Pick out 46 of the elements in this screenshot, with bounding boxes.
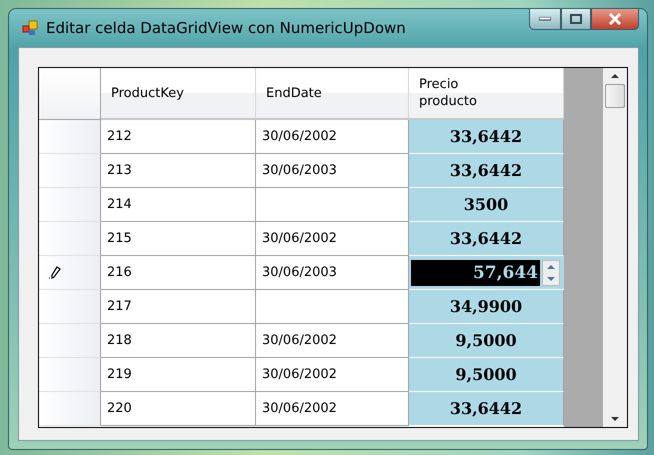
spin-buttons[interactable] [542,260,560,286]
table-cell: 212 [101,120,256,154]
vertical-scrollbar[interactable] [602,68,627,427]
maximize-icon [570,14,582,24]
table-cell: 33,6442 [409,120,564,154]
row-header[interactable] [39,222,101,256]
minimize-icon [539,17,551,21]
column-header[interactable]: ProductKey [101,68,256,120]
row-header[interactable] [39,324,101,358]
table-cell: 9,5000 [409,358,564,392]
table-cell: 9,5000 [409,324,564,358]
scroll-up-icon[interactable] [610,74,619,78]
table-cell: 219 [101,358,256,392]
row-header[interactable] [39,392,101,426]
numeric-input[interactable]: 57,644 [411,260,540,286]
column-header[interactable]: Precio producto [409,68,564,120]
close-icon [608,13,622,25]
table-cell: 34,9900 [409,290,564,324]
row-header[interactable] [39,188,101,222]
table-cell: 213 [101,154,256,188]
row-header[interactable] [39,256,101,290]
table-cell: 3500 [409,188,564,222]
table-cell: 33,6442 [409,154,564,188]
down-arrow-icon[interactable] [547,276,555,280]
maximize-button[interactable] [561,9,591,30]
window-title: Editar celda DataGridView con NumericUpDown [46,19,407,37]
close-button[interactable] [591,9,639,30]
column-header[interactable]: EndDate [256,68,409,120]
up-arrow-icon[interactable] [547,264,555,268]
table-cell: 216 [101,256,256,290]
table-cell: 33,6442 [409,222,564,256]
row-header[interactable] [39,290,101,324]
row-header[interactable] [39,120,101,154]
app-icon [22,20,38,36]
row-header[interactable] [39,154,101,188]
minimize-button[interactable] [529,9,561,30]
table-cell: 220 [101,392,256,426]
table-cell: 218 [101,324,256,358]
table-cell: 33,6442 [409,392,564,426]
scroll-down-icon[interactable] [610,417,619,421]
table-cell: 217 [101,290,256,324]
scroll-thumb[interactable] [604,84,625,108]
row-header[interactable] [39,358,101,392]
pencil-icon [49,266,61,279]
table-cell: 215 [101,222,256,256]
table-cell: 214 [101,188,256,222]
